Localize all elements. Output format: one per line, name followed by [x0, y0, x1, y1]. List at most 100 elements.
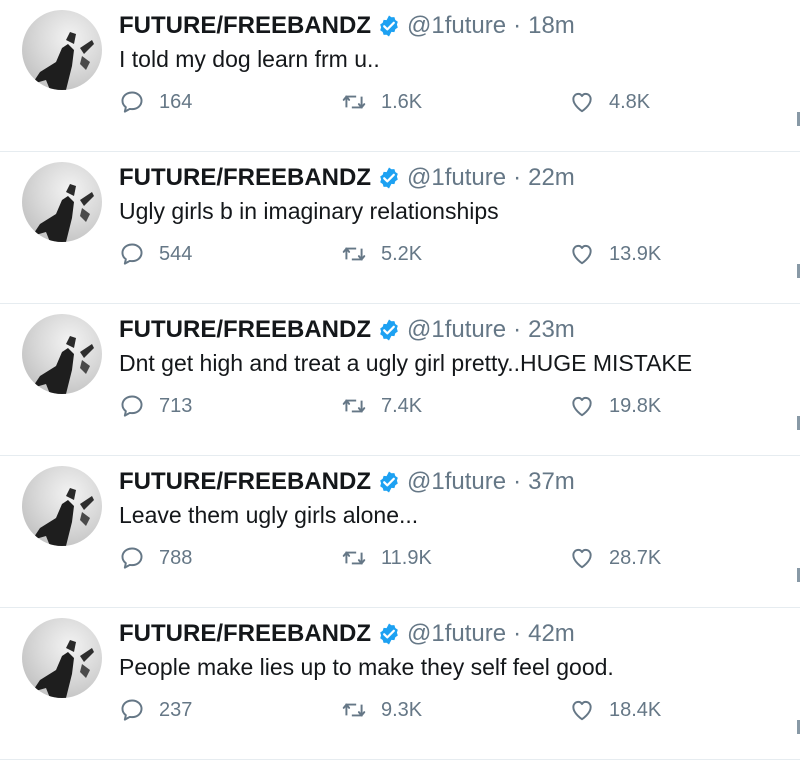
avatar-photo-icon	[32, 184, 94, 242]
tweet-actions: 788 11.9K 28.7K	[119, 540, 759, 576]
tweet-actions: 713 7.4K 19.8K	[119, 388, 759, 424]
retweet-count: 1.6K	[381, 90, 423, 113]
retweet-count: 5.2K	[381, 242, 423, 265]
tweet[interactable]: FUTURE/FREEBANDZ @1future · 37m Leave th…	[0, 456, 800, 608]
verified-badge-icon	[380, 15, 398, 37]
tweet-timestamp[interactable]: 37m	[528, 468, 575, 496]
reply-count: 237	[159, 698, 193, 721]
tweet-text: People make lies up to make they self fe…	[119, 654, 614, 680]
reply-count: 164	[159, 90, 193, 113]
author-name[interactable]: FUTURE/FREEBANDZ	[119, 620, 371, 648]
tweet[interactable]: FUTURE/FREEBANDZ @1future · 22m Ugly gir…	[0, 152, 800, 304]
retweet-count: 11.9K	[381, 546, 432, 569]
retweet-button[interactable]: 1.6K	[341, 84, 422, 120]
avatar-photo-icon	[32, 488, 94, 546]
reply-count: 544	[159, 242, 193, 265]
like-button[interactable]: 4.8K	[569, 84, 650, 120]
reply-button[interactable]: 237	[119, 692, 192, 728]
retweet-count: 7.4K	[381, 394, 423, 417]
author-name[interactable]: FUTURE/FREEBANDZ	[119, 164, 371, 192]
retweet-button[interactable]: 5.2K	[341, 236, 422, 272]
separator-dot: ·	[513, 620, 522, 647]
like-count: 4.8K	[609, 90, 651, 113]
separator-dot: ·	[513, 316, 522, 343]
verified-badge-icon	[380, 319, 398, 341]
reply-button[interactable]: 544	[119, 236, 192, 272]
avatar-photo-icon	[32, 32, 94, 90]
retweet-button[interactable]: 7.4K	[341, 388, 422, 424]
like-icon	[572, 700, 592, 721]
like-icon	[572, 396, 592, 417]
tweet-timestamp[interactable]: 22m	[528, 164, 575, 192]
tweet-header: FUTURE/FREEBANDZ @1future · 42m	[119, 618, 575, 650]
tweet-timestamp[interactable]: 18m	[528, 12, 575, 40]
avatar-photo-icon	[32, 336, 94, 394]
like-button[interactable]: 13.9K	[569, 236, 661, 272]
like-button[interactable]: 28.7K	[569, 540, 661, 576]
author-name[interactable]: FUTURE/FREEBANDZ	[119, 468, 371, 496]
author-handle[interactable]: @1future	[407, 12, 506, 40]
author-handle[interactable]: @1future	[407, 468, 506, 496]
tweet-text: I told my dog learn frm u..	[119, 46, 380, 72]
tweet-header: FUTURE/FREEBANDZ @1future · 22m	[119, 162, 575, 194]
verified-badge-icon	[380, 623, 398, 645]
like-icon	[572, 92, 592, 113]
tweet-feed: FUTURE/FREEBANDZ @1future · 18m I told m…	[0, 0, 800, 760]
reply-icon	[121, 547, 143, 569]
retweet-button[interactable]: 11.9K	[341, 540, 432, 576]
tweet[interactable]: FUTURE/FREEBANDZ @1future · 42m People m…	[0, 608, 800, 760]
author-name[interactable]: FUTURE/FREEBANDZ	[119, 316, 371, 344]
retweet-button[interactable]: 9.3K	[341, 692, 422, 728]
like-icon	[572, 244, 592, 265]
reply-icon	[121, 395, 143, 417]
reply-icon	[121, 699, 143, 721]
tweet-header: FUTURE/FREEBANDZ @1future · 23m	[119, 314, 575, 346]
avatar[interactable]	[22, 618, 102, 698]
tweet-timestamp[interactable]: 23m	[528, 316, 575, 344]
avatar[interactable]	[22, 10, 102, 90]
retweet-count: 9.3K	[381, 698, 423, 721]
tweet-text: Dnt get high and treat a ugly girl prett…	[119, 350, 693, 376]
tweet-timestamp[interactable]: 42m	[528, 620, 575, 648]
tweet-header: FUTURE/FREEBANDZ @1future · 37m	[119, 466, 575, 498]
author-handle[interactable]: @1future	[407, 164, 506, 192]
tweet-text: Ugly girls b in imaginary relationships	[119, 198, 499, 224]
reply-count: 788	[159, 546, 193, 569]
avatar[interactable]	[22, 466, 102, 546]
avatar[interactable]	[22, 314, 102, 394]
retweet-icon	[342, 247, 366, 261]
tweet[interactable]: FUTURE/FREEBANDZ @1future · 18m I told m…	[0, 0, 800, 152]
avatar-photo-icon	[32, 640, 94, 698]
reply-button[interactable]: 164	[119, 84, 192, 120]
verified-badge-icon	[380, 471, 398, 493]
like-icon	[572, 548, 592, 569]
like-button[interactable]: 19.8K	[569, 388, 661, 424]
reply-button[interactable]: 788	[119, 540, 192, 576]
avatar[interactable]	[22, 162, 102, 242]
retweet-icon	[342, 703, 366, 717]
verified-badge-icon	[380, 167, 398, 189]
tweet-actions: 164 1.6K 4.8K	[119, 84, 759, 120]
separator-dot: ·	[513, 164, 522, 191]
retweet-icon	[342, 95, 366, 109]
like-count: 18.4K	[609, 698, 662, 721]
tweet[interactable]: FUTURE/FREEBANDZ @1future · 23m Dnt get …	[0, 304, 800, 456]
tweet-header: FUTURE/FREEBANDZ @1future · 18m	[119, 10, 575, 42]
like-button[interactable]: 18.4K	[569, 692, 661, 728]
tweet-text: Leave them ugly girls alone...	[119, 502, 419, 528]
tweet-actions: 544 5.2K 13.9K	[119, 236, 759, 272]
tweet-actions: 237 9.3K 18.4K	[119, 692, 759, 728]
reply-icon	[121, 243, 143, 265]
reply-icon	[121, 91, 143, 113]
separator-dot: ·	[513, 468, 522, 495]
reply-button[interactable]: 713	[119, 388, 192, 424]
like-count: 28.7K	[609, 546, 662, 569]
reply-count: 713	[159, 394, 193, 417]
author-handle[interactable]: @1future	[407, 620, 506, 648]
retweet-icon	[342, 551, 366, 565]
like-count: 13.9K	[609, 242, 662, 265]
author-name[interactable]: FUTURE/FREEBANDZ	[119, 12, 371, 40]
author-handle[interactable]: @1future	[407, 316, 506, 344]
retweet-icon	[342, 399, 366, 413]
separator-dot: ·	[513, 12, 522, 39]
